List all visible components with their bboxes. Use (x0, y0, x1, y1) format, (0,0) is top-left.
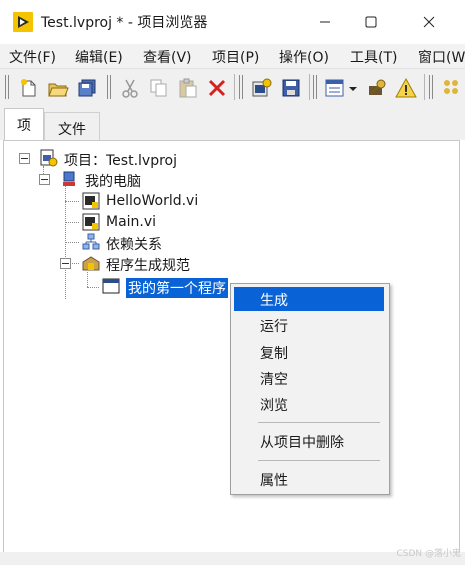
ctx-build[interactable]: 生成 (234, 287, 384, 311)
tab-items[interactable]: 项 (4, 108, 44, 141)
my-computer-label: 我的电脑 (85, 174, 141, 190)
tab-files[interactable]: 文件 (44, 112, 100, 140)
menu-window[interactable]: 窗口(W (418, 47, 465, 67)
dependencies-icon (82, 233, 100, 250)
ctx-clear[interactable]: 清空 (234, 366, 384, 390)
menu-view[interactable]: 查看(V) (143, 47, 192, 67)
new-icon[interactable] (18, 77, 40, 99)
ctx-copy[interactable]: 复制 (234, 340, 384, 364)
menu-operate[interactable]: 操作(O) (279, 47, 329, 67)
application-icon (102, 278, 120, 294)
vi-icon (82, 192, 100, 210)
expander-my-computer[interactable] (39, 174, 50, 185)
menu-bar: 文件(F) 编辑(E) 查看(V) 项目(P) 操作(O) 工具(T) 窗口(W (0, 44, 465, 68)
ctx-browse[interactable]: 浏览 (234, 392, 384, 416)
cut-icon[interactable] (119, 77, 141, 99)
open-icon[interactable] (47, 77, 69, 99)
toolbar-separator-2 (309, 74, 310, 100)
maximize-icon (365, 16, 377, 28)
vi-icon (82, 213, 100, 231)
warning-icon[interactable] (395, 77, 417, 99)
dependencies-label: 依赖关系 (106, 237, 162, 253)
minimize-button[interactable] (302, 0, 348, 44)
toolbar-grip-5[interactable] (429, 75, 434, 99)
dropdown-icon[interactable] (346, 77, 360, 99)
toolbar-grip[interactable] (5, 75, 10, 99)
tab-files-label: 文件 (58, 122, 86, 138)
view-icon[interactable] (324, 77, 346, 99)
context-menu: 生成 运行 复制 清空 浏览 从项目中删除 属性 (230, 283, 390, 495)
more-icon[interactable] (441, 77, 463, 99)
menu-project[interactable]: 项目(P) (212, 47, 259, 67)
toolbar-grip-3[interactable] (239, 75, 244, 99)
window-title: Test.lvproj * - 项目浏览器 (41, 15, 208, 31)
toolbar-separator (234, 74, 235, 100)
toolbar-grip-4[interactable] (313, 75, 318, 99)
delete-icon[interactable] (206, 77, 228, 99)
toolbar-separator-3 (424, 74, 425, 100)
minimize-icon (320, 21, 330, 23)
build-specs-label: 程序生成规范 (106, 258, 190, 274)
save-icon[interactable] (280, 77, 302, 99)
menu-edit[interactable]: 编辑(E) (75, 47, 123, 67)
ctx-separator (258, 422, 380, 423)
project-label: 项目：Test.lvproj (64, 153, 177, 169)
build-icon[interactable] (251, 77, 273, 99)
close-icon (423, 16, 435, 28)
paste-icon[interactable] (177, 77, 199, 99)
copy-icon[interactable] (148, 77, 170, 99)
title-bar: Test.lvproj * - 项目浏览器 (0, 0, 465, 44)
status-bar (0, 552, 465, 565)
close-button[interactable] (406, 0, 452, 44)
key-icon[interactable] (366, 77, 388, 99)
project-icon (40, 149, 58, 167)
watermark: CSDN @落小鬼 (396, 549, 461, 559)
expander-build-specs[interactable] (60, 258, 71, 269)
menu-file[interactable]: 文件(F) (9, 47, 56, 67)
my-first-program-label: 我的第一个程序 (126, 278, 228, 298)
save-all-icon[interactable] (76, 77, 98, 99)
build-specs-icon (82, 256, 100, 271)
menu-tools[interactable]: 工具(T) (350, 47, 397, 67)
labview-app-icon (13, 12, 33, 32)
main-label: Main.vi (106, 214, 157, 230)
tab-items-label: 项 (17, 118, 31, 134)
ctx-run[interactable]: 运行 (234, 313, 384, 337)
ctx-separator-2 (258, 460, 380, 461)
helloworld-label: HelloWorld.vi (106, 193, 199, 209)
ctx-remove-from-project[interactable]: 从项目中删除 (234, 429, 384, 453)
computer-icon (63, 171, 75, 186)
expander-project[interactable] (19, 153, 30, 164)
maximize-button[interactable] (348, 0, 394, 44)
tab-strip: 项 文件 (0, 106, 465, 141)
ctx-properties[interactable]: 属性 (234, 467, 384, 491)
toolbar (0, 68, 465, 108)
toolbar-grip-2[interactable] (107, 75, 112, 99)
